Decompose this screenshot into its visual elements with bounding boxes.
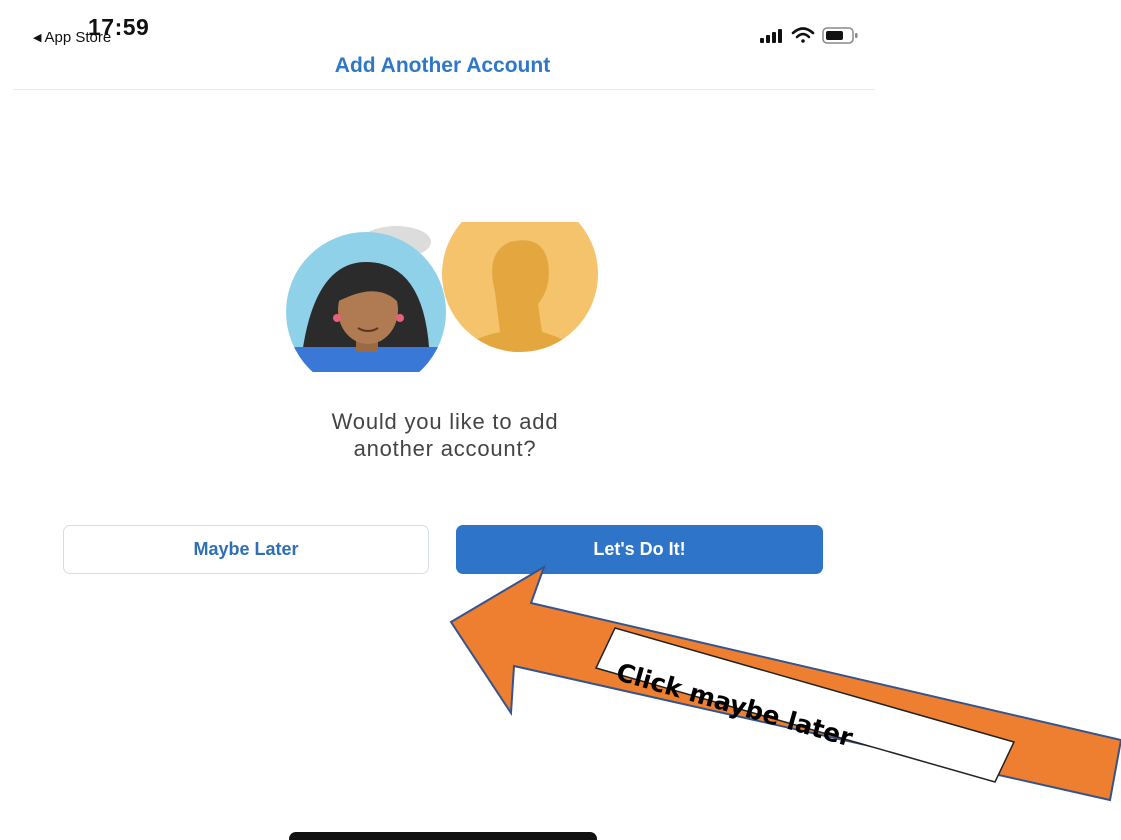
status-icons: [760, 27, 858, 44]
wifi-icon: [791, 27, 815, 43]
accounts-illustration: [286, 222, 598, 372]
nav-divider: [14, 89, 874, 90]
back-arrow-icon: ◀: [33, 32, 42, 44]
prompt-line-1: Would you like to add: [331, 409, 559, 434]
page-title: Add Another Account: [334, 54, 551, 77]
back-to-app-store[interactable]: ◀ App Store: [33, 29, 111, 46]
prompt-line-2: another account?: [353, 436, 537, 461]
battery-icon: [822, 27, 858, 44]
screen: 17:59 ◀ App Store Add Another Account Wo…: [0, 0, 1121, 840]
lets-do-it-button[interactable]: Let's Do It!: [456, 525, 823, 574]
add-account-prompt: Would you like to add another account?: [200, 408, 690, 462]
home-indicator: [289, 832, 597, 840]
callout-label: Click maybe later: [613, 656, 857, 752]
back-label: App Store: [44, 29, 112, 46]
maybe-later-button[interactable]: Maybe Later: [63, 525, 429, 574]
cellular-signal-icon: [760, 29, 782, 43]
